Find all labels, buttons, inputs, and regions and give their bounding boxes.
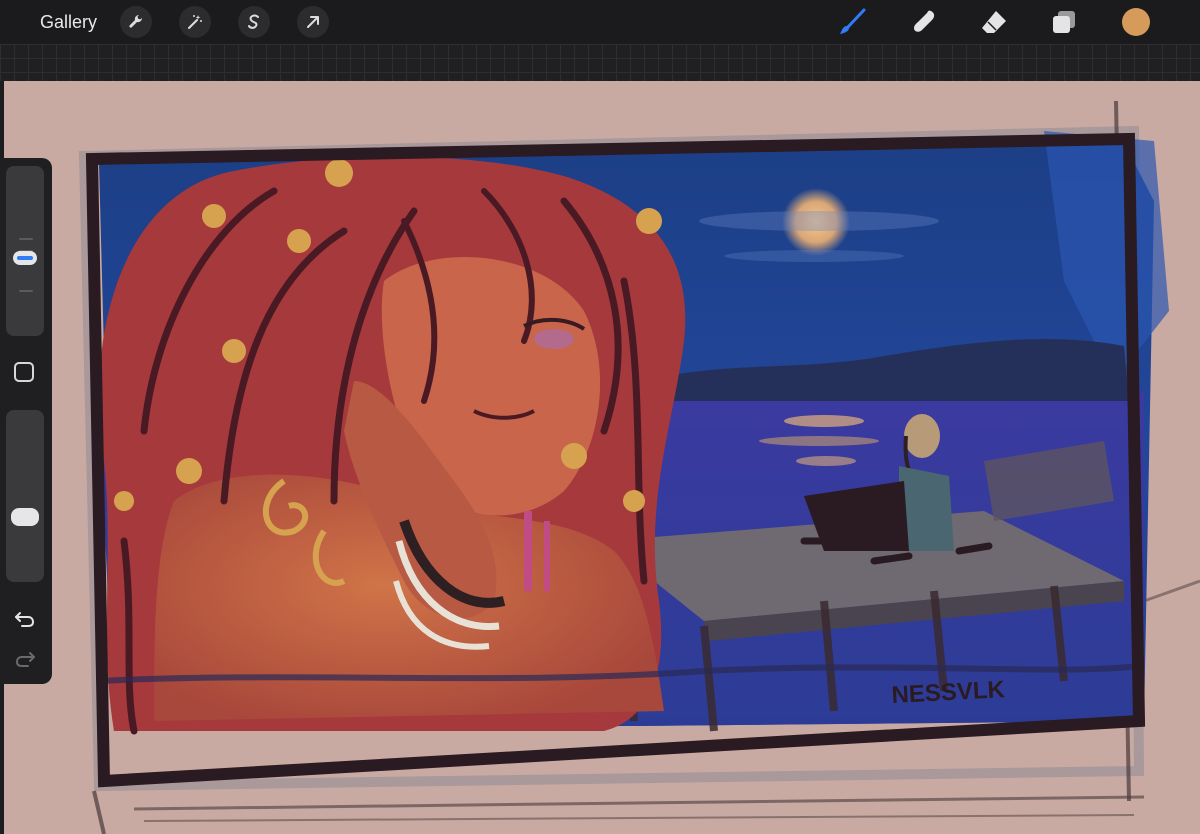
opacity-thumb[interactable]	[11, 507, 39, 526]
artwork-illustration: NESSVLK	[78, 100, 1200, 834]
undo-arrow-icon	[15, 612, 35, 627]
brush-size-slider[interactable]	[6, 166, 44, 336]
canvas-grid-background	[0, 44, 1200, 81]
modify-button[interactable]	[14, 362, 34, 382]
eraser-tool-button[interactable]	[978, 6, 1010, 38]
smudge-tool-button[interactable]	[908, 6, 940, 38]
selection-s-icon	[248, 14, 259, 29]
brush-icon	[840, 8, 866, 34]
transform-button[interactable]	[297, 6, 329, 38]
brush-tool-button[interactable]	[836, 6, 868, 38]
drawing-canvas[interactable]: NESSVLK	[4, 81, 1200, 834]
actions-button[interactable]	[120, 6, 152, 38]
gallery-button[interactable]: Gallery	[40, 11, 97, 33]
undo-button[interactable]	[12, 608, 38, 630]
left-sidebar	[0, 158, 52, 684]
eraser-icon	[982, 11, 1006, 33]
slider-tick	[19, 238, 33, 240]
adjustments-button[interactable]	[179, 6, 211, 38]
layers-button[interactable]	[1048, 6, 1080, 38]
redo-arrow-icon	[15, 652, 35, 667]
redo-button[interactable]	[12, 648, 38, 670]
opacity-slider[interactable]	[6, 410, 44, 582]
color-swatch-button[interactable]	[1122, 8, 1150, 36]
top-toolbar: Gallery	[0, 0, 1200, 44]
slider-tick	[19, 290, 33, 292]
magic-wand-icon	[188, 15, 202, 29]
arrow-cursor-icon	[307, 16, 319, 28]
selection-button[interactable]	[238, 6, 270, 38]
layers-icon	[1053, 11, 1075, 33]
smudge-finger-icon	[914, 10, 935, 32]
wrench-icon	[129, 14, 143, 28]
brush-size-thumb[interactable]	[13, 251, 37, 265]
